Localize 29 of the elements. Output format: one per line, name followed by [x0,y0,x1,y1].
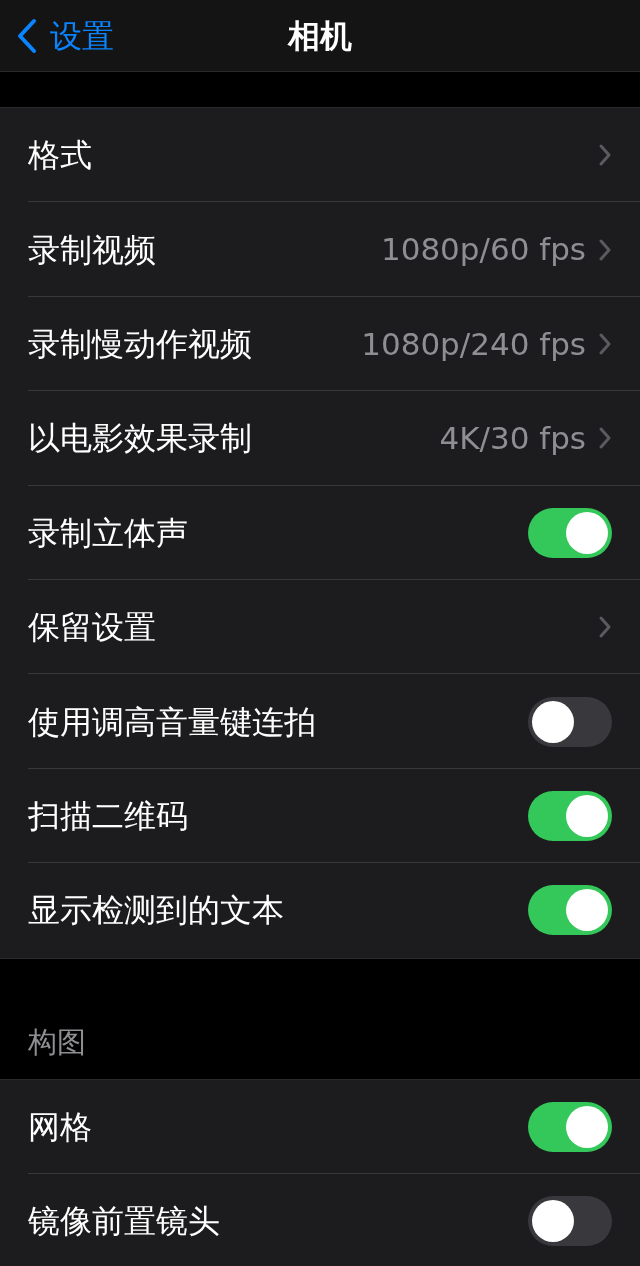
row-label: 使用调高音量键连拍 [28,701,317,743]
chevron-icon [598,615,612,640]
toggle-switch[interactable] [528,885,612,936]
row-label: 录制慢动作视频 [28,323,253,365]
toggle-switch[interactable] [528,1196,612,1247]
row-label: 显示检测到的文本 [28,890,285,932]
row-label: 以电影效果录制 [28,418,253,460]
toggle-switch[interactable] [528,790,612,841]
chevron-icon [598,426,612,451]
back-button[interactable]: 设置 [0,11,114,60]
chevron-icon [598,143,612,168]
toggle-switch[interactable] [528,696,612,747]
toggle-switch[interactable] [528,507,612,558]
row-label: 录制视频 [28,229,157,271]
toggle-switch[interactable] [528,1101,612,1152]
row-value: 1080p/60 fps [380,230,586,270]
row-label: 网格 [28,1106,93,1148]
back-chevron-icon [16,17,38,54]
row-value: 1080p/240 fps [361,324,586,364]
section-header: 构图 [28,1024,86,1061]
chevron-icon [598,331,612,356]
row-value: 4K/30 fps [439,419,586,459]
row-label: 保留设置 [28,607,157,649]
row-label: 格式 [28,135,93,177]
row-label: 扫描二维码 [28,795,189,837]
chevron-icon [598,237,612,262]
page-title: 相机 [288,15,352,57]
row-label: 录制立体声 [28,512,189,554]
row-label: 镜像前置镜头 [28,1201,221,1243]
